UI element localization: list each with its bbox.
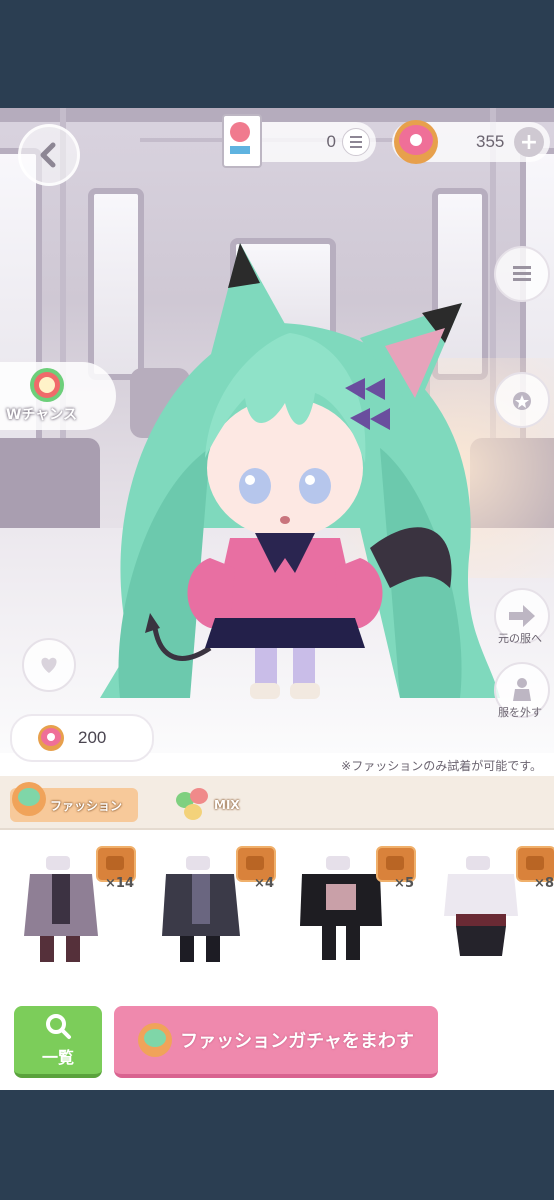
train-scene: 0 355 + Wチャンス 元の服へ 服を外す <box>0 108 554 753</box>
mix-tab-icon <box>176 788 210 822</box>
badge-button[interactable] <box>494 372 550 428</box>
item-count: ×14 <box>105 876 134 891</box>
game-screen: 0 355 + Wチャンス 元の服へ 服を外す 200 ※ファッションのみ試着が… <box>0 108 554 1090</box>
donut-counter[interactable]: 355 + <box>392 120 550 164</box>
tab-mix[interactable]: MIX <box>176 788 256 822</box>
fashion-item[interactable]: ×5 <box>296 846 416 966</box>
donut-balance: 355 <box>476 132 505 151</box>
arrow-right-icon <box>509 605 535 627</box>
status-bar-top <box>0 0 554 108</box>
add-donut-button[interactable]: + <box>514 127 544 157</box>
status-bar-bottom <box>0 1090 554 1200</box>
menu-button[interactable] <box>494 246 550 302</box>
undress-label: 服を外す <box>498 706 542 719</box>
ticket-count: 0 <box>326 132 336 151</box>
outfit-thumbnail <box>24 856 98 962</box>
category-tabs: ファッション MIX <box>0 776 554 830</box>
search-icon <box>46 1014 71 1039</box>
donut-cost-value: 200 <box>78 728 107 747</box>
medal-icon <box>513 392 531 410</box>
list-button[interactable]: 一覧 <box>14 1006 102 1078</box>
tab-mix-label: MIX <box>214 798 240 812</box>
fashion-item-list: ×14 ×4 ×5 ×8 <box>0 830 554 1000</box>
undress-icon <box>513 678 531 701</box>
list-button-label: 一覧 <box>41 1048 74 1067</box>
capsule-icon <box>30 368 64 402</box>
donut-cost-display: 200 <box>10 714 154 762</box>
w-chance-button[interactable]: Wチャンス <box>0 362 116 430</box>
tab-fashion[interactable]: ファッション <box>10 782 138 822</box>
restore-outfit-label: 元の服へ <box>498 632 542 645</box>
tab-fashion-label: ファッション <box>50 798 123 813</box>
fashion-gacha-button[interactable]: ファッションガチャをまわす <box>114 1006 438 1078</box>
w-chance-label: Wチャンス <box>6 407 78 423</box>
fashion-gacha-icon <box>138 1023 173 1057</box>
donut-icon <box>394 120 438 164</box>
menu-icon <box>513 266 531 281</box>
fashion-item[interactable]: ×8 <box>436 846 554 966</box>
donut-icon <box>38 725 64 751</box>
avatar-character[interactable] <box>60 228 510 708</box>
back-button[interactable] <box>18 124 80 186</box>
fashion-gacha-label: ファッションガチャをまわす <box>180 1031 414 1052</box>
fashion-item[interactable]: ×4 <box>156 846 276 966</box>
item-count: ×8 <box>534 876 554 891</box>
fashion-tab-icon <box>12 782 46 816</box>
outfit-thumbnail <box>162 856 240 962</box>
fashion-item[interactable]: ×14 <box>16 846 136 966</box>
gacha-ticket-icon <box>222 114 262 168</box>
chevron-left-icon <box>40 142 56 168</box>
item-count: ×5 <box>394 876 414 891</box>
heart-icon <box>41 657 57 673</box>
ticket-counter[interactable]: 0 <box>222 114 376 168</box>
outfit-thumbnail <box>300 856 382 960</box>
outfit-thumbnail <box>444 856 518 956</box>
list-menu-icon[interactable] <box>342 128 370 156</box>
try-on-note: ※ファッションのみ試着が可能です。 <box>341 759 542 773</box>
favorite-button[interactable] <box>22 638 76 692</box>
item-count: ×4 <box>254 876 274 891</box>
